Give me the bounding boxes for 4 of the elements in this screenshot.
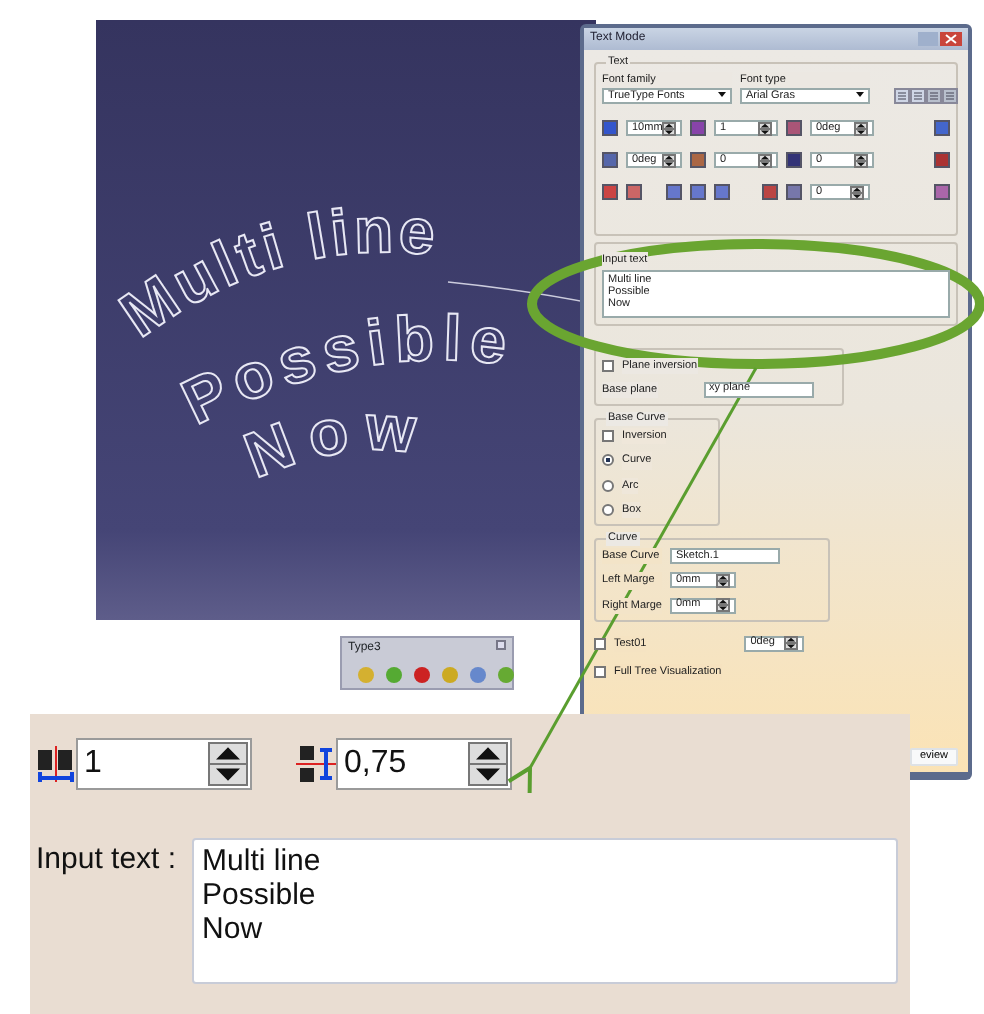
input-text-field[interactable]: Multi line Possible Now <box>192 838 899 984</box>
field-label: Input text : <box>36 840 177 880</box>
spin-field[interactable]: 1 <box>76 738 252 790</box>
spin-field[interactable]: 0,75 <box>336 738 512 790</box>
